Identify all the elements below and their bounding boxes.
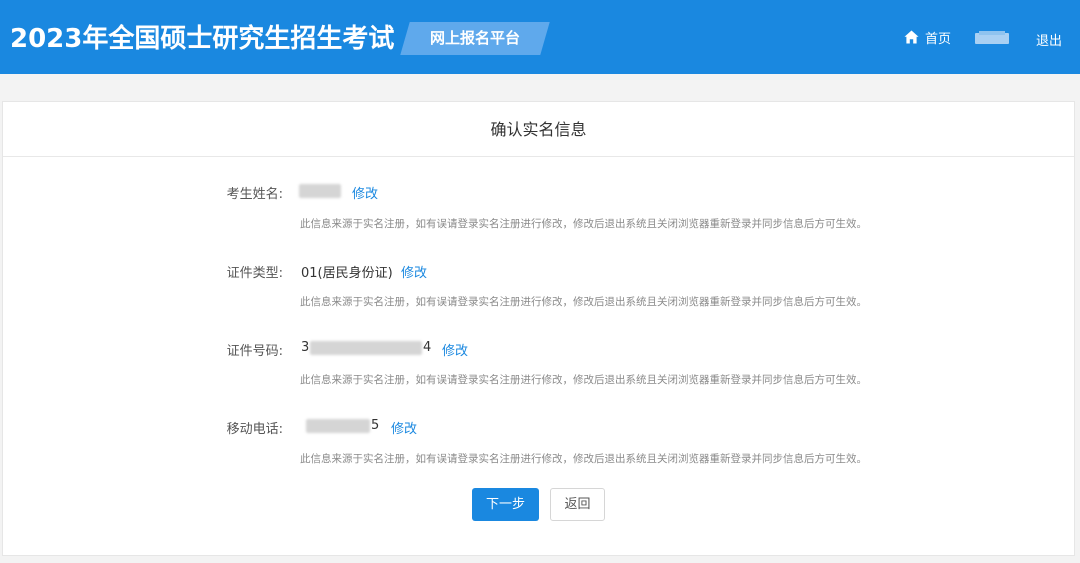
back-button[interactable]: 返回 xyxy=(550,488,605,521)
field-note-id-number: 此信息来源于实名注册，如有误请登录实名注册进行修改，修改后退出系统且关闭浏览器重… xyxy=(300,374,867,386)
site-title: 2023年全国硕士研究生招生考试 xyxy=(10,24,395,54)
next-step-button[interactable]: 下一步 xyxy=(472,488,539,521)
field-label-phone: 移动电话: xyxy=(226,422,283,437)
id-type-value: 01(居民身份证) xyxy=(301,266,393,281)
id-number-suffix: 4 xyxy=(423,340,432,355)
field-label-id-number: 证件号码: xyxy=(226,344,283,359)
field-note-phone: 此信息来源于实名注册，如有误请登录实名注册进行修改，修改后退出系统且关闭浏览器重… xyxy=(300,453,867,465)
nav-home-label: 首页 xyxy=(925,31,952,47)
nav-logout-link[interactable]: 退出 xyxy=(1036,30,1062,49)
field-label-name: 考生姓名: xyxy=(226,187,283,202)
id-number-redacted xyxy=(310,341,422,355)
field-note-id-type: 此信息来源于实名注册，如有误请登录实名注册进行修改，修改后退出系统且关闭浏览器重… xyxy=(300,296,867,308)
phone-suffix: 5 xyxy=(371,418,380,433)
user-name-redacted[interactable] xyxy=(975,31,1009,44)
platform-badge: 网上报名平台 xyxy=(400,22,550,55)
edit-id-type-link[interactable]: 修改 xyxy=(401,262,427,281)
phone-redacted xyxy=(306,419,370,433)
card-title: 确认实名信息 xyxy=(3,102,1074,157)
platform-badge-label: 网上报名平台 xyxy=(429,29,520,47)
confirm-info-card: 确认实名信息 xyxy=(2,101,1075,556)
top-header: 2023年全国硕士研究生招生考试 网上报名平台 首页 退出 xyxy=(0,0,1080,74)
home-icon xyxy=(904,30,919,44)
field-label-id-type: 证件类型: xyxy=(226,266,283,281)
edit-phone-link[interactable]: 修改 xyxy=(391,418,417,437)
edit-id-number-link[interactable]: 修改 xyxy=(442,340,468,359)
name-value-redacted xyxy=(299,184,341,198)
field-note-name: 此信息来源于实名注册，如有误请登录实名注册进行修改，修改后退出系统且关闭浏览器重… xyxy=(300,218,867,230)
nav-home-link[interactable]: 首页 xyxy=(904,28,952,47)
id-number-prefix: 3 xyxy=(301,340,310,355)
edit-name-link[interactable]: 修改 xyxy=(352,183,378,202)
